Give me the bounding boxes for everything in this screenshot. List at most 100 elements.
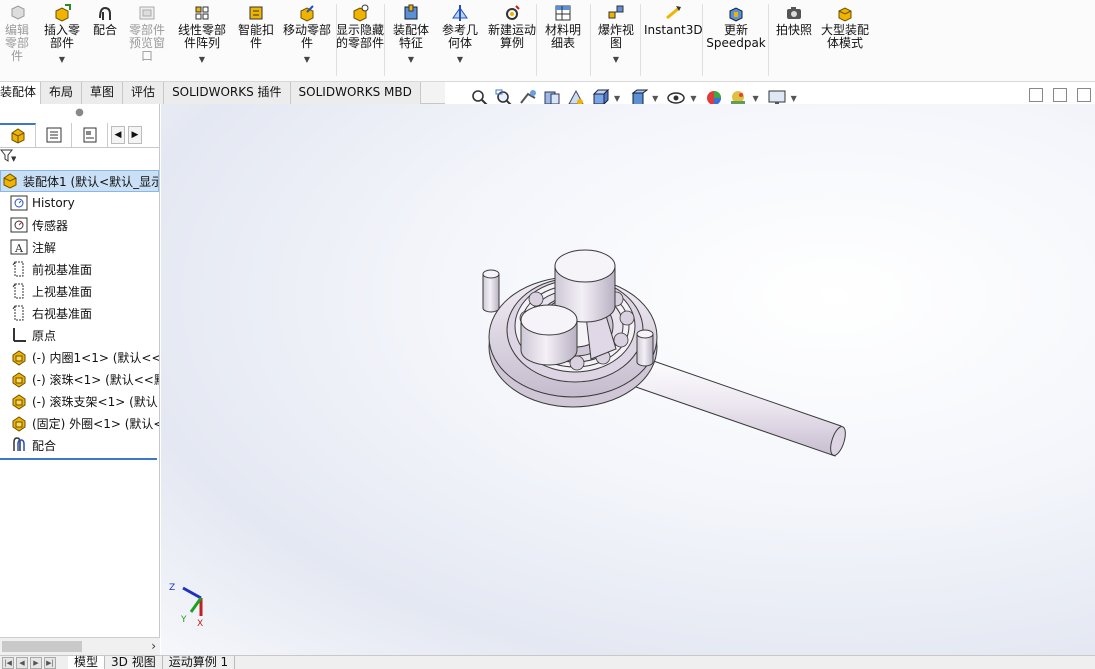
ribbon-separator [640,4,641,76]
tree-item[interactable]: 传感器 [0,214,159,236]
chevron-down-icon[interactable]: ▼ [388,53,434,66]
ribbon-button-label: 装配体特征 [392,23,429,50]
prev-tab-button[interactable]: ◀ [16,656,28,669]
reference-geometry-icon [452,5,468,21]
origin-icon [13,328,26,342]
feature-tree: 装配体1 (默认<默认_显示状态-1>) History 传感器 A 注解前视基准面上视… [0,170,159,456]
tree-item[interactable]: 上视基准面 [0,280,159,302]
tree-item[interactable]: 原点 [0,324,159,346]
viewport-window-controls [1029,88,1095,102]
ribbon-button-reference-geometry[interactable]: 参考几何体 ▼ [438,4,482,78]
hide-show-dropdown-icon[interactable]: ▼ [690,94,696,103]
tree-item[interactable]: 右视基准面 [0,302,159,324]
tree-item[interactable]: A 注解 [0,236,159,258]
tile-right-icon[interactable] [1053,88,1067,102]
graphics-area[interactable]: Z Y X [161,104,1095,655]
roller-cylinder[interactable] [520,304,578,366]
ribbon-button-assembly-feature[interactable]: 装配体特征 ▼ [388,4,434,78]
ribbon-button-exploded-view[interactable]: 爆炸视图 ▼ [594,4,638,78]
tabs-scroll-left-button[interactable]: ◀ [111,125,125,144]
ribbon-button-move-component[interactable]: 移动零部件 ▼ [282,4,332,78]
next-tab-button[interactable]: ▶ [30,656,42,669]
command-tab-3[interactable]: 评估 [123,82,165,104]
chevron-down-icon[interactable]: ▼ [594,53,638,66]
rollback-bar[interactable] [0,458,157,460]
panel-horizontal-scrollbar[interactable]: › [0,637,160,655]
apply-scene-dropdown-icon[interactable]: ▼ [752,94,758,103]
tree-item-label: 前视基准面 [32,262,93,277]
ribbon-button-snapshot[interactable]: 拍快照 [772,4,816,78]
part-icon [12,372,26,388]
tree-item[interactable]: History [0,192,159,214]
command-tab-1[interactable]: 布局 [41,82,83,104]
part-icon [12,350,26,366]
tree-item[interactable]: 配合 [0,434,159,456]
tree-item-label: (-) 滚珠支架<1> (默认<<默认>_显示状态 1>) [32,394,159,409]
manager-tabs: ◀ ▶ [0,122,159,148]
view-orientation-dropdown-icon[interactable]: ▼ [614,94,620,103]
scrollbar-thumb[interactable] [2,641,82,652]
chevron-down-icon[interactable]: ▼ [438,53,482,66]
chevron-down-icon[interactable]: ▼ [40,53,84,66]
left-pin[interactable] [482,269,500,313]
propertymanager-tab[interactable] [36,122,72,147]
bottom-tabs: 模型 3D 视图 运动算例 1 [68,655,236,669]
right-pin[interactable] [636,329,654,367]
ribbon-button-insert-component[interactable]: 插入零部件 ▼ [40,4,84,78]
chevron-down-icon[interactable]: ▼ [174,53,230,66]
instant3d-icon [666,6,681,20]
move-component-icon [300,5,314,22]
last-tab-button[interactable]: ▶| [44,656,56,669]
bottom-tab-1[interactable]: 3D 视图 [105,655,163,669]
ribbon-button-label: 线性零部件阵列 [177,23,226,50]
edit-component-icon [11,5,25,20]
show-hidden-icon [353,4,369,22]
tabs-scroll-right-button[interactable]: ▶ [128,125,142,144]
view-settings-dropdown-icon[interactable]: ▼ [791,94,797,103]
featuremanager-tab[interactable] [0,122,36,147]
tree-item[interactable]: (固定) 外圈<1> (默认<<默认>_显示状态 1>) [0,412,159,434]
ribbon-button-motion-study[interactable]: 新建运动算例 [488,4,536,78]
ribbon-button-label: 编辑零部件 [4,23,29,63]
ribbon-button-show-hidden[interactable]: 显示隐藏的零部件 [336,4,384,78]
bottom-tab-2[interactable]: 运动算例 1 [163,655,236,669]
command-tab-5[interactable]: SOLIDWORKS MBD [290,82,421,104]
bom-icon [555,5,571,21]
outer-ring-handle[interactable] [632,355,848,457]
ribbon-button-smart-fastener[interactable]: 智能扣件 [234,4,278,78]
configurationmanager-tab-icon [83,127,96,142]
ribbon-button-edit-component[interactable]: 编辑零部件 [0,4,34,78]
tree-item[interactable]: (-) 内圈1<1> (默认<<默认>_显示状态 1>) [0,346,159,368]
ribbon-button-bom[interactable]: 材料明细表 [540,4,586,78]
restore-window-icon[interactable] [1077,88,1091,102]
command-tab-0[interactable]: 装配体 [0,82,42,104]
bottom-tab-0[interactable]: 模型 [68,655,106,669]
bearing-assembly[interactable] [482,249,848,457]
filter-icon[interactable]: ▼ [0,149,17,163]
ribbon-button-linear-pattern[interactable]: 线性零部件阵列 ▼ [174,4,230,78]
ribbon-button-mate[interactable]: 配合 [88,4,122,78]
linear-pattern-icon [195,6,209,20]
tree-item-label: (-) 滚珠<1> (默认<<默认>_显示状态 1>) [32,372,159,387]
ribbon-button-instant3d[interactable]: Instant3D [644,4,703,78]
display-style-dropdown-icon[interactable]: ▼ [652,94,658,103]
ribbon-button-label: 材料明细表 [544,23,581,50]
command-tab-4[interactable]: SOLIDWORKS 插件 [164,82,291,104]
ribbon-button-component-preview[interactable]: 零部件预览窗口 [124,4,170,78]
panel-grip-handle[interactable]: ● [0,104,159,122]
tree-root-assembly[interactable]: 装配体1 (默认<默认_显示状态-1>) [0,170,159,192]
command-tab-2[interactable]: 草图 [82,82,124,104]
scroll-right-arrow-icon[interactable]: › [151,638,156,655]
ribbon-button-large-assembly[interactable]: 大型装配体模式 [820,4,870,78]
chevron-down-icon[interactable]: ▼ [282,53,332,66]
tile-left-icon[interactable] [1029,88,1043,102]
ribbon-button-speedpak[interactable]: 更新Speedpak [706,4,766,78]
first-tab-button[interactable]: |◀ [2,656,14,669]
tree-item[interactable]: (-) 滚珠支架<1> (默认<<默认>_显示状态 1>) [0,390,159,412]
tree-item[interactable]: (-) 滚珠<1> (默认<<默认>_显示状态 1>) [0,368,159,390]
tree-item[interactable]: 前视基准面 [0,258,159,280]
tree-filter[interactable]: ▼ [0,148,159,170]
configurationmanager-tab[interactable] [72,122,108,147]
assembly-model-view[interactable]: Z Y X [161,104,1095,655]
ribbon-button-label: 显示隐藏的零部件 [336,23,385,50]
